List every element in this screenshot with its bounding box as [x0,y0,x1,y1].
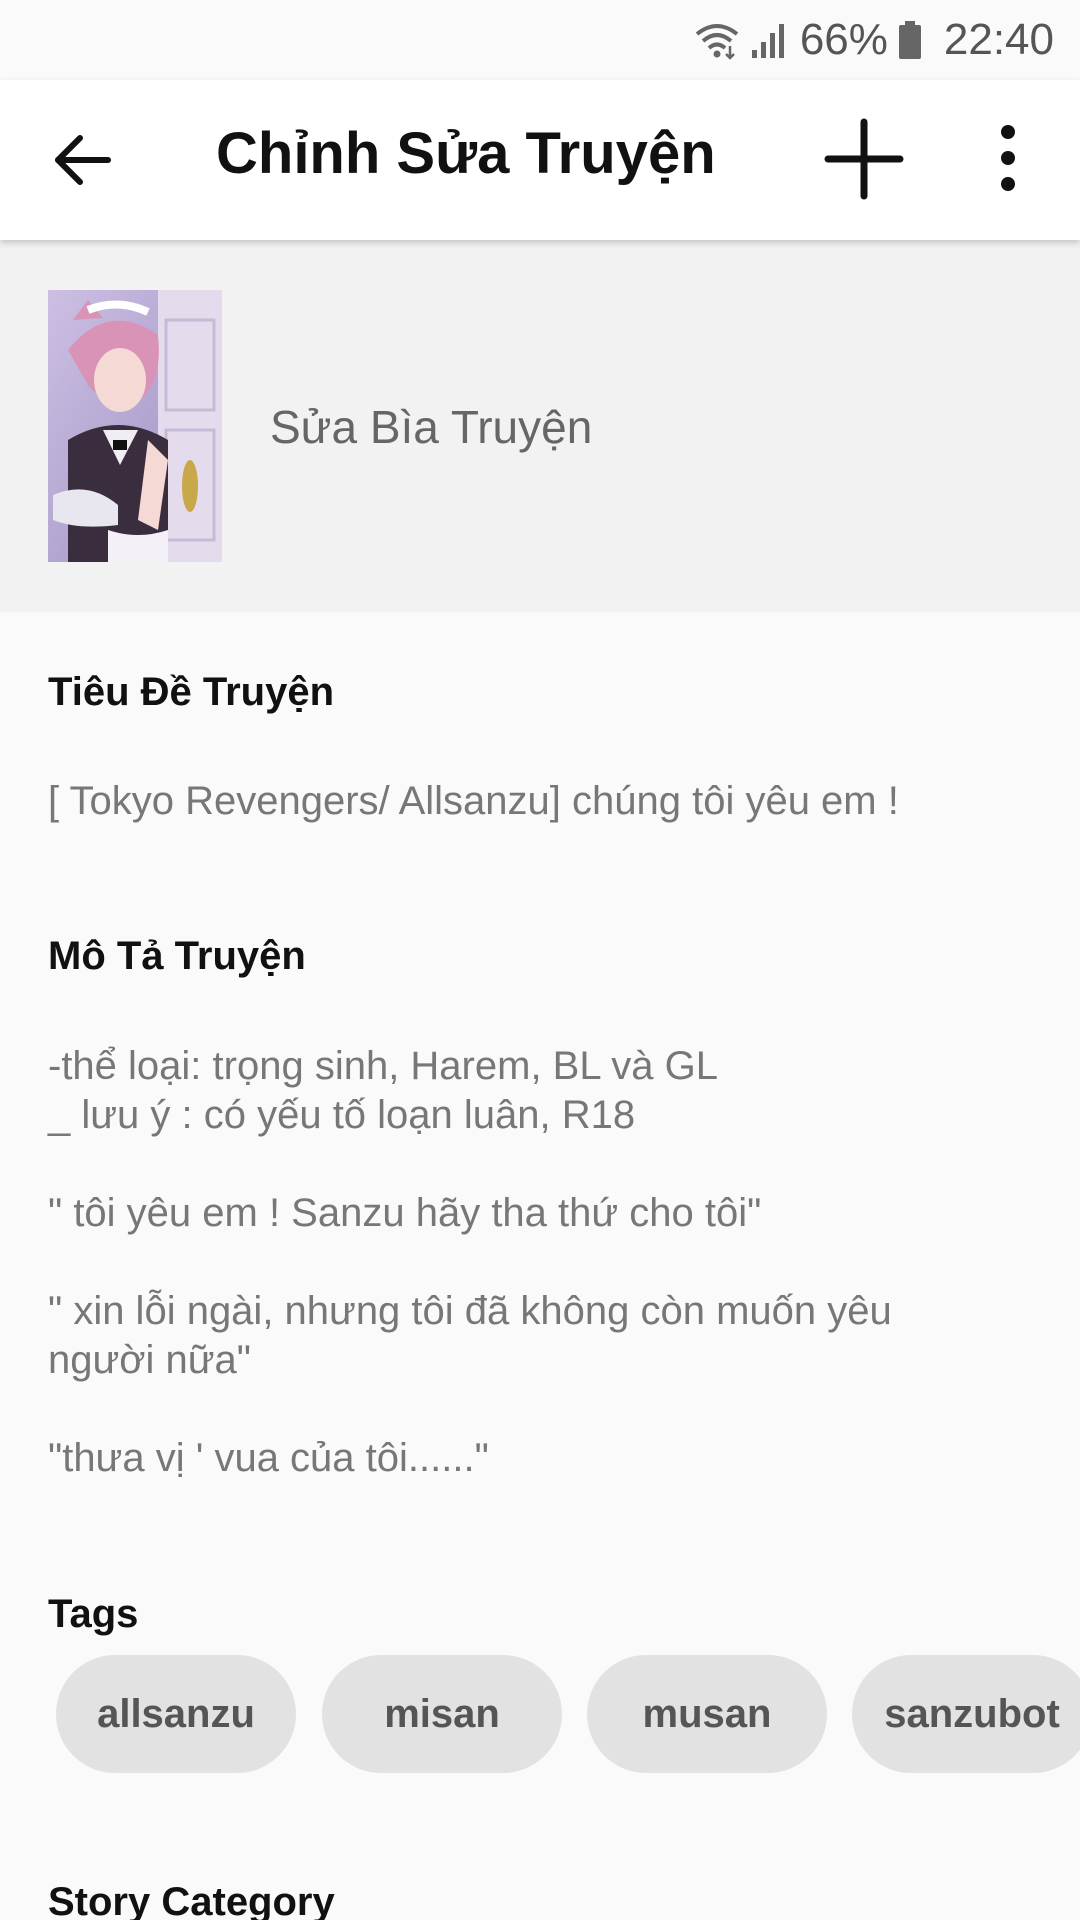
description-line: _ lưu ý : có yếu tố loạn luân, R18 [48,1093,636,1137]
edit-cover-label[interactable]: Sửa Bìa Truyện [270,400,592,454]
page-title: Chỉnh Sửa Truyện [216,121,716,186]
arrow-left-icon [55,135,111,185]
tag-chip[interactable]: musan [587,1655,827,1773]
tag-chip[interactable]: misan [322,1655,562,1773]
more-vert-icon [1001,125,1015,191]
plus-icon [824,118,904,200]
tags-label: Tags [48,1592,139,1636]
tag-chip[interactable]: allsanzu [56,1655,296,1773]
battery-percent: 66% [799,15,888,64]
story-cover-image[interactable] [48,290,222,562]
description-line: " tôi yêu em ! Sanzu hãy tha thứ cho tôi… [48,1191,762,1235]
add-button[interactable] [824,116,904,202]
tag-chip[interactable]: sanzubot [852,1655,1080,1773]
signal-icon [750,20,786,60]
description-line: người nữa" [48,1338,251,1382]
back-button[interactable] [50,130,120,190]
story-title-label: Tiêu Đề Truyện [48,670,335,714]
description-line: "thưa vị ' vua của tôi......" [48,1436,489,1480]
more-options-button[interactable] [986,120,1030,196]
clock: 22:40 [943,15,1054,64]
wifi-icon [694,20,740,60]
story-title-field[interactable]: [ Tokyo Revengers/ Allsanzu] chúng tôi y… [48,777,899,826]
story-category-label: Story Category [48,1880,335,1920]
description-line: -thể loại: trọng sinh, Harem, BL và GL [48,1044,718,1088]
edit-cover-section[interactable]: Sửa Bìa Truyện [0,240,1080,612]
app-bar: Chỉnh Sửa Truyện [0,80,1080,240]
tags-list: allsanzu misan musan sanzubot [56,1655,1080,1775]
story-description-label: Mô Tả Truyện [48,934,306,978]
status-bar: 66% 22:40 [0,0,1080,80]
battery-icon [898,20,922,60]
description-line: " xin lỗi ngài, nhưng tôi đã không còn m… [48,1289,892,1333]
